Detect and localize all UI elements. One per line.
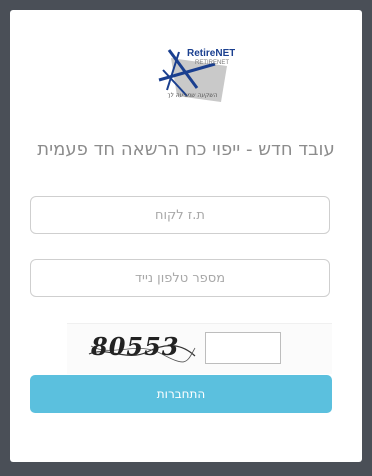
page-title: עובד חדש - ייפוי כח הרשאה חד פעמית [37, 139, 335, 161]
mobile-phone-field [30, 259, 330, 297]
logo-brand: RetireNET [187, 48, 235, 59]
logo-tagline: השקעה שמגיעה לך [166, 92, 218, 99]
captcha-image: 80553 [87, 332, 197, 368]
login-card: RetireNET RETIRENET השקעה שמגיעה לך עובד… [10, 10, 362, 462]
logo-brand-sub: RETIRENET [195, 60, 229, 66]
captcha-input[interactable] [205, 332, 281, 364]
mobile-phone-input[interactable] [31, 260, 329, 296]
captcha-text: 80553 [91, 332, 180, 361]
captcha-area: 80553 [67, 323, 332, 374]
customer-id-field [30, 196, 330, 234]
login-button[interactable]: התחברות [30, 375, 332, 413]
customer-id-input[interactable] [31, 197, 329, 233]
